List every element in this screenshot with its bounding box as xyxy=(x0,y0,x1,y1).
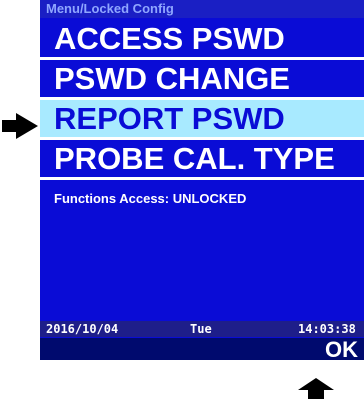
menu-item-report-pswd[interactable]: REPORT PSWD xyxy=(40,100,364,137)
menu-item-probe-cal-type[interactable]: PROBE CAL. TYPE xyxy=(40,140,364,177)
screen-header: Menu/Locked Config xyxy=(40,0,364,18)
arrow-up-icon xyxy=(298,378,334,399)
footer-date: 2016/10/04 xyxy=(46,322,119,336)
menu-item-pswd-change[interactable]: PSWD CHANGE xyxy=(40,60,364,97)
footer-time: 14:03:38 xyxy=(298,322,356,336)
menu-item-access-pswd[interactable]: ACCESS PSWD xyxy=(40,20,364,57)
menu-separator xyxy=(40,177,364,180)
device-screen: Menu/Locked Config ACCESS PSWD PSWD CHAN… xyxy=(40,0,364,360)
softkey-bar: OK xyxy=(40,338,364,360)
footer-weekday: Tue xyxy=(190,322,212,336)
functions-access-status: Functions Access: UNLOCKED xyxy=(54,191,247,206)
ok-softkey-label[interactable]: OK xyxy=(325,338,358,361)
arrow-right-icon xyxy=(2,113,38,139)
status-footer: 2016/10/04 Tue 14:03:38 xyxy=(40,321,364,337)
